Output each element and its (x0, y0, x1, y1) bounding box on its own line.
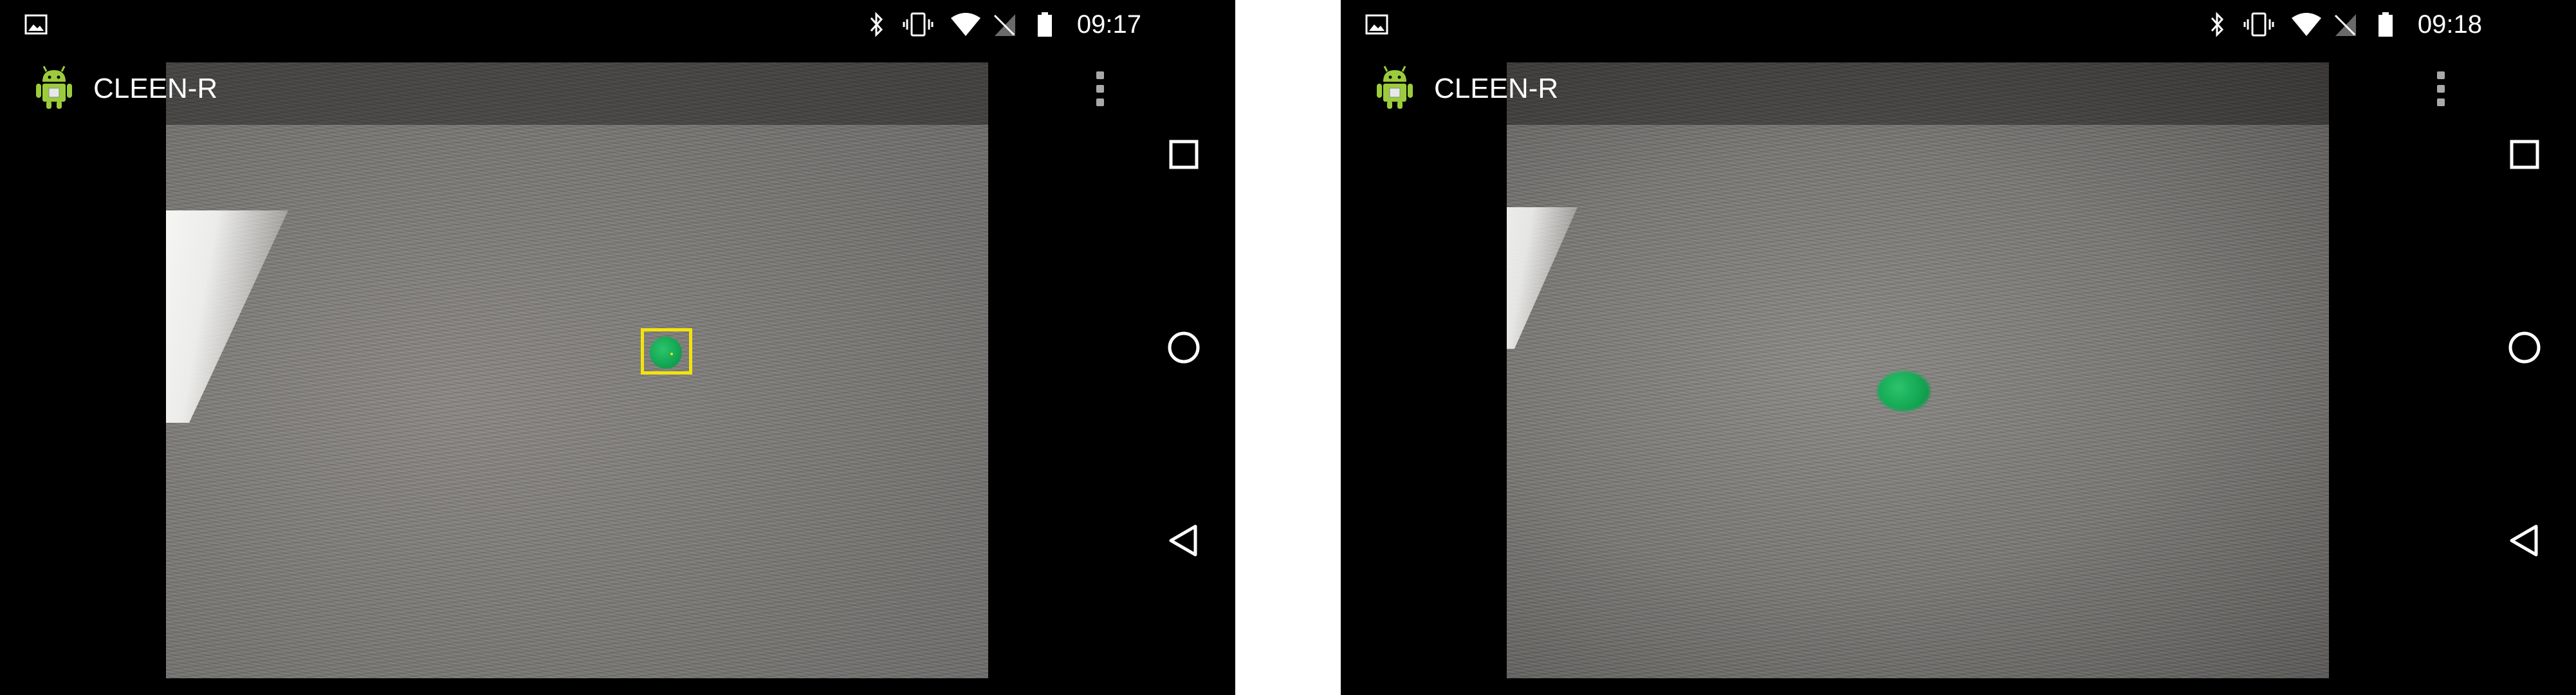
bluetooth-icon (2208, 12, 2226, 37)
app-title: CLEEN-R (1434, 73, 1559, 104)
back-icon[interactable] (2496, 512, 2553, 569)
no-sim-icon (991, 12, 1017, 37)
status-bar: 09:17 (0, 0, 1235, 48)
camera-preview[interactable] (166, 62, 988, 678)
home-icon[interactable] (2496, 319, 2553, 376)
app-title: CLEEN-R (93, 73, 218, 104)
status-time: 09:18 (2417, 10, 2482, 39)
action-bar: CLEEN-R (0, 62, 1132, 114)
battery-icon (2377, 12, 2395, 37)
recents-icon[interactable] (2496, 126, 2553, 183)
navigation-bar (1132, 48, 1235, 695)
navigation-bar (2473, 48, 2576, 695)
wifi-icon (950, 12, 982, 37)
phone-screen-left: 09:17 CLEEN-R (0, 0, 1235, 695)
back-icon[interactable] (1155, 512, 1212, 569)
bluetooth-icon (867, 12, 885, 37)
status-time: 09:17 (1076, 10, 1141, 39)
more-vert-icon[interactable] (2428, 68, 2454, 110)
camera-preview[interactable] (1507, 62, 2329, 678)
light-glare (166, 210, 288, 423)
wifi-icon (2290, 12, 2323, 37)
light-glare (1507, 207, 1578, 349)
home-icon[interactable] (1155, 319, 1212, 376)
action-bar: CLEEN-R (1341, 62, 2473, 114)
battery-icon (1036, 12, 1054, 37)
no-sim-icon (2332, 12, 2357, 37)
tracking-box (641, 328, 692, 375)
recents-icon[interactable] (1155, 126, 1212, 183)
tracking-center-dot (670, 353, 673, 355)
image-icon (24, 12, 48, 37)
vibrate-icon (2243, 12, 2275, 37)
android-robot-icon (1374, 62, 1415, 111)
android-robot-icon (33, 62, 75, 111)
status-bar: 09:18 (1341, 0, 2576, 48)
more-vert-icon[interactable] (1087, 68, 1113, 110)
image-icon (1365, 12, 1388, 37)
vibrate-icon (902, 12, 934, 37)
green-ball (1877, 371, 1930, 411)
phone-screen-right: 09:18 CLEEN-R (1341, 0, 2576, 695)
